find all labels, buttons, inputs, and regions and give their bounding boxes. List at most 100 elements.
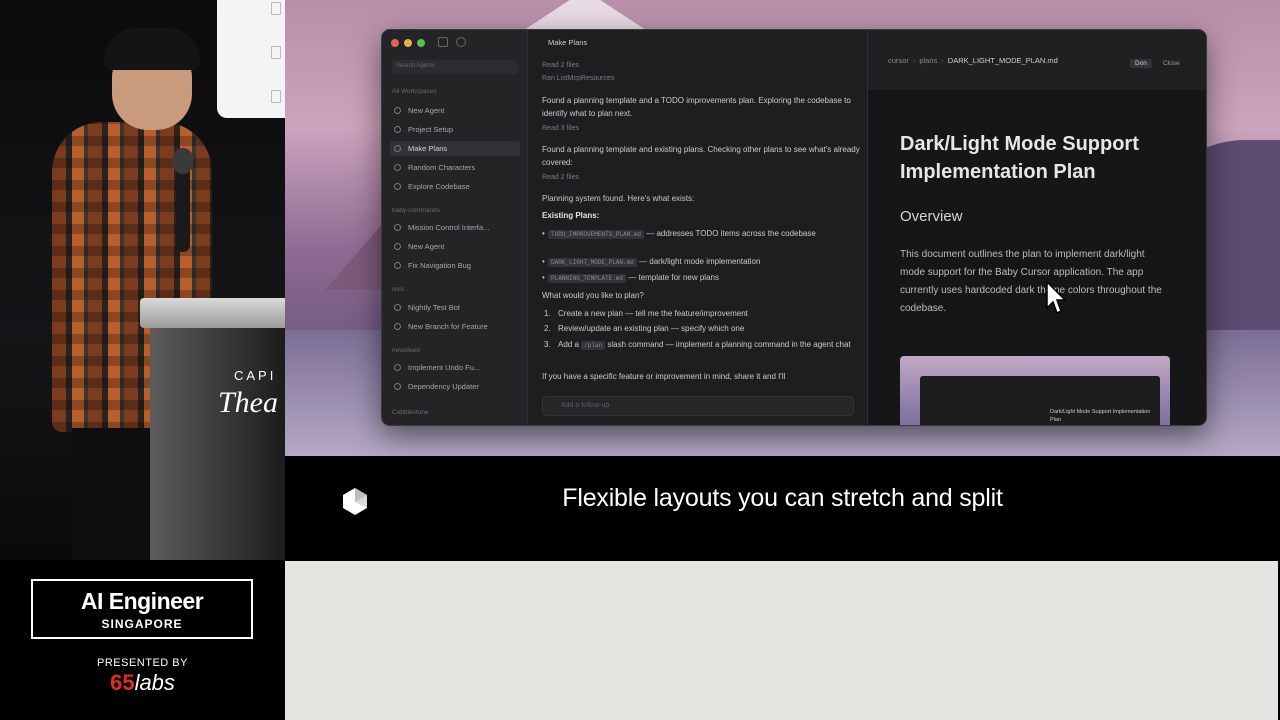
breadcrumb-item[interactable]: cursor [888, 56, 909, 65]
document-icon [271, 90, 281, 103]
tool-call-summary[interactable]: Ran ListMcpResources [542, 75, 614, 82]
search-agents-input[interactable]: Search Agents [392, 60, 518, 74]
agent-status-icon [394, 107, 401, 114]
sidebar-item-fix-navigation-bug[interactable]: Fix Navigation Bug [394, 258, 518, 273]
event-title: AI Engineer [80, 587, 204, 614]
plan-file-code: TODO_IMPROVEMENTS_PLAN.md [548, 230, 645, 239]
mouse-pointer-icon [1046, 280, 1067, 315]
close-window-button[interactable] [391, 39, 399, 47]
option-number: 3. [544, 340, 551, 349]
desktop-wallpaper: Search Agents All Workspaces New Agent P… [285, 0, 1280, 456]
event-subtitle: SINGAPORE [101, 616, 183, 631]
sidebar-section-label: baby-commands [392, 207, 441, 214]
breadcrumb: cursor › plans › DARK_LIGHT_MODE_PLAN.md [888, 56, 1058, 65]
plan-file-code: PLANNING_TEMPLATE.md [548, 274, 627, 283]
agent-status-icon [394, 145, 401, 152]
sidebar-item-random-characters[interactable]: Random Characters [394, 160, 518, 175]
breadcrumb-file[interactable]: DARK_LIGHT_MODE_PLAN.md [948, 56, 1058, 65]
sidebar-item-label: Nightly Test Bot [408, 303, 460, 312]
existing-plans-heading: Existing Plans: [542, 211, 600, 220]
agent-status-icon [394, 164, 401, 171]
option-text: Review/update an existing plan — specify… [558, 324, 745, 333]
sidebar-section-label: newsfeed [392, 347, 420, 354]
agent-status-icon [394, 224, 401, 231]
video-frame: CAPI Thea AI Engineer SINGAPORE PRESENTE… [0, 0, 1280, 720]
tool-call-summary[interactable]: Read 2 files [542, 174, 579, 181]
sidebar-item-dependency-updater[interactable]: Dependency Updater [394, 379, 518, 394]
event-logo: AI Engineer SINGAPORE [31, 579, 253, 639]
caption-bar: Flexible layouts you can stretch and spl… [285, 456, 1280, 561]
minimize-window-button[interactable] [404, 39, 412, 47]
assistant-message: Found a planning template and a TODO imp… [542, 96, 851, 118]
sidebar-section-label: Cobblestone [392, 409, 429, 416]
sidebar-item-label: Dependency Updater [408, 382, 479, 391]
sponsor-word: labs [134, 670, 175, 695]
sidebar-item-label: Implement Undo Fu... [408, 363, 481, 372]
plan-editor-panel: cursor › plans › DARK_LIGHT_MODE_PLAN.md Don… [868, 30, 1206, 425]
maximize-window-button[interactable] [417, 39, 425, 47]
agent-status-icon [394, 304, 401, 311]
sidebar-item-mission-control[interactable]: Mission Control Interfa... [394, 220, 518, 235]
sidebar-item-label: Mission Control Interfa... [408, 223, 490, 232]
tool-call-summary[interactable]: Read 2 files [542, 62, 579, 69]
assistant-message: Planning system found. Here's what exist… [542, 194, 695, 203]
follow-up-input[interactable]: Add a follow-up [542, 396, 854, 416]
sidebar-item-new-agent-2[interactable]: New Agent [394, 239, 518, 254]
presented-by: PRESENTED BY [97, 657, 188, 669]
app-window: Search Agents All Workspaces New Agent P… [381, 29, 1207, 426]
plan-file-code: DARK_LIGHT_MODE_PLAN.md [548, 258, 637, 267]
slide: Search Agents All Workspaces New Agent P… [285, 0, 1280, 720]
sponsor-number: 65 [110, 670, 135, 695]
sidebar-item-label: Explore Codebase [408, 182, 470, 191]
sidebar-section-label: All Workspaces [392, 88, 437, 95]
sidebar-item-label: Random Characters [408, 163, 476, 172]
assistant-question: What would you like to plan? [542, 291, 644, 300]
section-heading: Overview [900, 208, 963, 225]
sidebar-item-make-plans[interactable]: Make Plans [390, 141, 520, 156]
podium-logo-line1: CAPI [234, 368, 277, 383]
document-icon [271, 2, 281, 15]
option-text: slash command — implement a planning com… [607, 340, 851, 349]
agent-chat-panel: Make Plans Read 2 files Ran ListMcpResou… [528, 30, 868, 425]
document-icon [271, 46, 281, 59]
sidebar-item-new-agent[interactable]: New Agent [394, 103, 518, 118]
event-branding: AI Engineer SINGAPORE PRESENTED BY 65lab… [0, 560, 285, 720]
stage-screen [217, 0, 285, 118]
markdown-preview: Dark/Light Mode Support Implementation P… [868, 90, 1206, 425]
microphone-head [173, 148, 193, 174]
sidebar-toggle-icon[interactable] [438, 37, 448, 47]
assistant-message: Found a planning template and existing p… [542, 145, 860, 167]
breadcrumb-item[interactable]: plans [919, 56, 937, 65]
document-title: Dark/Light Mode Support Implementation P… [900, 133, 1139, 183]
option-item: 2. Review/update an existing plan — speci… [542, 323, 852, 335]
option-item: 3. Add a /plan slash command — implement … [542, 339, 852, 352]
slide-caption: Flexible layouts you can stretch and spl… [562, 484, 1003, 512]
plan-description: — dark/light mode implementation [639, 257, 761, 266]
done-button[interactable]: Don [1130, 59, 1152, 68]
screenshot-caption: Dark/Light Mode Support Implementation P… [1050, 409, 1151, 423]
plan-description: — template for new plans [628, 273, 719, 282]
sidebar-item-explore-codebase[interactable]: Explore Codebase [394, 179, 518, 194]
sidebar-item-project-setup[interactable]: Project Setup [394, 122, 518, 137]
assistant-message: If you have a specific feature or improv… [542, 372, 786, 381]
option-number: 1. [544, 309, 551, 318]
sidebar-item-nightly-test-bot[interactable]: Nightly Test Bot [394, 300, 518, 315]
podium-top [140, 298, 285, 328]
podium [150, 328, 285, 560]
agent-status-icon [394, 364, 401, 371]
close-button[interactable]: Close [1158, 59, 1185, 68]
sidebar-item-new-branch[interactable]: New Branch for Feature [394, 319, 518, 334]
sidebar-section-label: recs [392, 286, 405, 293]
speaker-hair [104, 28, 200, 70]
podium-logo-line2: Thea [218, 386, 278, 419]
agent-status-icon [394, 183, 401, 190]
tool-call-summary[interactable]: Read 3 files [542, 125, 579, 132]
option-text: Add a [558, 340, 579, 349]
sidebar-item-implement-undo[interactable]: Implement Undo Fu... [394, 360, 518, 375]
sidebar-item-label: Make Plans [408, 144, 448, 153]
chat-title: Make Plans [548, 38, 588, 47]
agent-status-icon [394, 383, 401, 390]
agent-status-icon [394, 262, 401, 269]
slash-command-code: /plan [581, 341, 606, 350]
search-icon[interactable] [456, 37, 466, 47]
